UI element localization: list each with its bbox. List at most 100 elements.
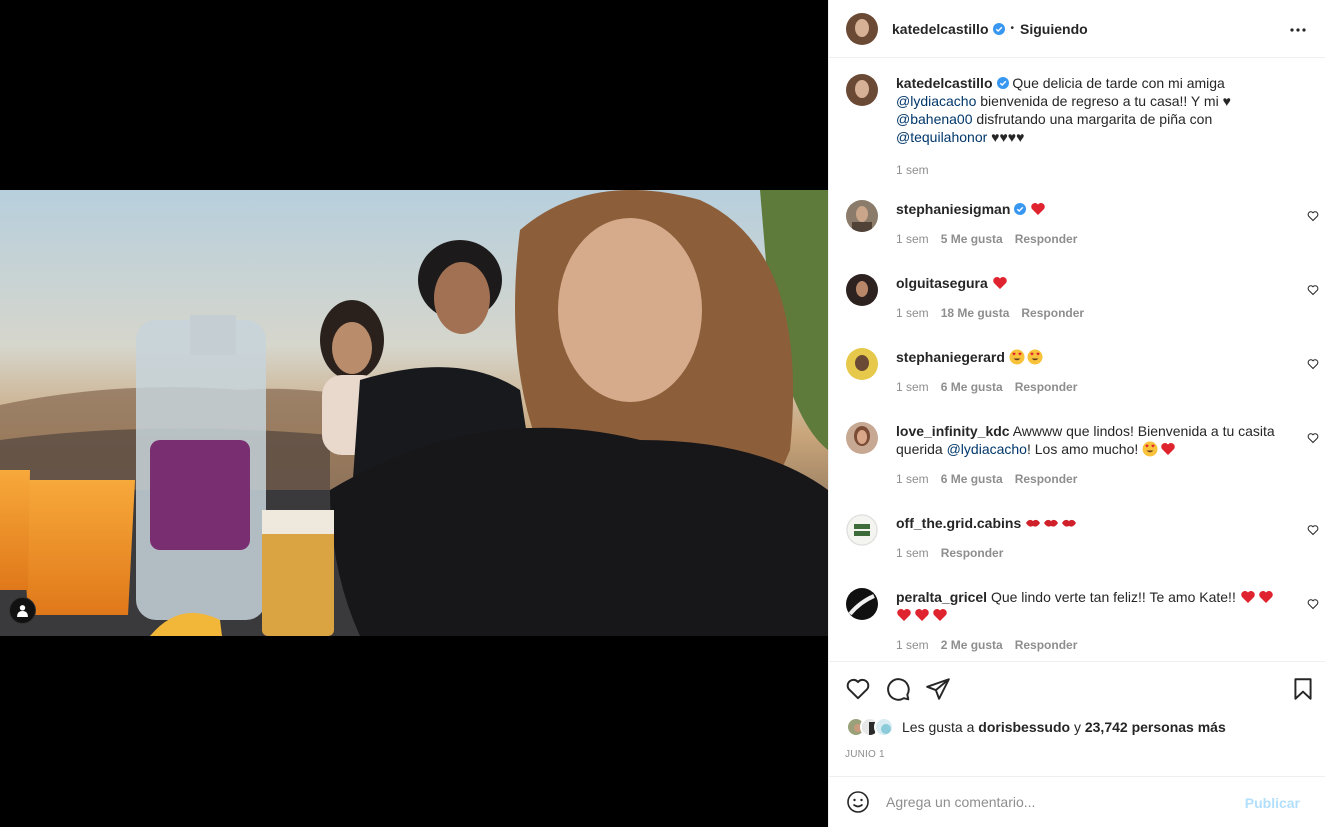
comment-text: Que lindo verte tan feliz!! Te amo Kate!… bbox=[990, 589, 1236, 605]
comment-item: peralta_gricel Que lindo verte tan feliz… bbox=[846, 588, 1319, 653]
comment-likes[interactable]: 5 Me gusta bbox=[941, 232, 1003, 246]
author-avatar[interactable] bbox=[846, 74, 878, 106]
post-photo[interactable] bbox=[0, 190, 828, 636]
heart-eyes-emoji bbox=[1027, 349, 1043, 365]
heart-eyes-emoji bbox=[1009, 349, 1025, 365]
verified-icon bbox=[996, 77, 1009, 89]
comment-likes[interactable]: 6 Me gusta bbox=[941, 472, 1003, 486]
commenter-avatar[interactable] bbox=[846, 588, 878, 620]
reply-button[interactable]: Responder bbox=[1015, 638, 1078, 652]
commenter-avatar[interactable] bbox=[846, 274, 878, 306]
red-heart-emoji bbox=[933, 609, 947, 621]
caption-text: bienvenida de regreso a tu casa!! Y mi ♥ bbox=[980, 93, 1231, 109]
post-header: katedelcastillo • Siguiendo bbox=[829, 0, 1325, 58]
verified-icon bbox=[992, 22, 1005, 35]
reply-button[interactable]: Responder bbox=[1015, 380, 1078, 394]
caption-time[interactable]: 1 sem bbox=[896, 163, 929, 177]
comment-likes[interactable]: 2 Me gusta bbox=[941, 638, 1003, 652]
commenter-avatar[interactable] bbox=[846, 422, 878, 454]
more-icon[interactable] bbox=[1286, 18, 1310, 42]
red-heart-emoji bbox=[897, 609, 911, 621]
heart-icon[interactable] bbox=[1307, 358, 1319, 370]
comment-time[interactable]: 1 sem bbox=[896, 232, 929, 246]
comment-likes[interactable]: 6 Me gusta bbox=[941, 380, 1003, 394]
mention-link[interactable]: @tequilahonor bbox=[896, 129, 987, 145]
comment-input[interactable] bbox=[886, 794, 1246, 810]
comment-text: ! Los amo mucho! bbox=[1026, 441, 1139, 457]
likes-summary: Les gusta a dorisbessudo y 23,742 person… bbox=[846, 717, 1226, 737]
action-bar bbox=[829, 662, 1325, 712]
likes-joiner: y bbox=[1073, 719, 1081, 735]
comment-username[interactable]: olguitasegura bbox=[896, 275, 988, 291]
comments-list[interactable]: katedelcastillo Que delicia de tarde con… bbox=[829, 58, 1325, 662]
comment-item: stephaniesigman 1 sem 5 Me gusta Responder bbox=[846, 200, 1319, 247]
commenter-avatar[interactable] bbox=[846, 200, 878, 232]
mention-link[interactable]: @lydiacacho bbox=[947, 441, 1027, 457]
kiss-mark-emoji bbox=[1026, 519, 1041, 527]
liker-avatars[interactable] bbox=[846, 717, 894, 737]
comment-username[interactable]: stephaniesigman bbox=[896, 201, 1010, 217]
comment-username[interactable]: love_infinity_kdc bbox=[896, 423, 1010, 439]
comment-time[interactable]: 1 sem bbox=[896, 306, 929, 320]
post-media bbox=[0, 0, 828, 827]
comment-likes[interactable]: 18 Me gusta bbox=[941, 306, 1010, 320]
reply-button[interactable]: Responder bbox=[1021, 306, 1084, 320]
follow-status-button[interactable]: Siguiendo bbox=[1020, 21, 1088, 37]
red-heart-emoji bbox=[915, 609, 929, 621]
separator-dot: • bbox=[1010, 23, 1015, 34]
comment-username[interactable]: peralta_gricel bbox=[896, 589, 987, 605]
post-caption: katedelcastillo Que delicia de tarde con… bbox=[846, 74, 1306, 178]
caption-text: disfrutando una margarita de piña con bbox=[976, 111, 1213, 127]
red-heart-emoji bbox=[1240, 591, 1255, 603]
comment-item: off_the.grid.cabins 1 sem Responder bbox=[846, 514, 1319, 561]
commenter-avatar[interactable] bbox=[846, 348, 878, 380]
save-icon[interactable] bbox=[1290, 676, 1316, 702]
comment-item: stephaniegerard 1 sem 6 Me gusta Responder bbox=[846, 348, 1319, 395]
publish-button[interactable]: Publicar bbox=[1245, 795, 1300, 811]
user-tag-icon[interactable] bbox=[9, 597, 36, 624]
reply-button[interactable]: Responder bbox=[1015, 232, 1078, 246]
verified-icon bbox=[1014, 203, 1027, 215]
comment-time[interactable]: 1 sem bbox=[896, 472, 929, 486]
caption-username[interactable]: katedelcastillo bbox=[896, 75, 993, 91]
caption-text: ♥♥♥♥ bbox=[991, 129, 1025, 145]
heart-eyes-emoji bbox=[1142, 441, 1158, 457]
comment-time[interactable]: 1 sem bbox=[896, 638, 929, 652]
post-side-panel: katedelcastillo • Siguiendo katedelcasti… bbox=[828, 0, 1325, 827]
red-heart-emoji bbox=[1258, 591, 1273, 603]
likes-prefix: Les gusta a bbox=[902, 719, 975, 735]
share-icon[interactable] bbox=[925, 676, 951, 702]
heart-icon[interactable] bbox=[1307, 284, 1319, 296]
heart-icon[interactable] bbox=[1307, 524, 1319, 536]
commenter-avatar[interactable] bbox=[846, 514, 878, 546]
comment-username[interactable]: stephaniegerard bbox=[896, 349, 1005, 365]
mention-link[interactable]: @bahena00 bbox=[896, 111, 973, 127]
kiss-mark-emoji bbox=[1062, 519, 1077, 527]
author-username[interactable]: katedelcastillo bbox=[892, 21, 989, 37]
comment-icon[interactable] bbox=[885, 676, 911, 702]
heart-icon[interactable] bbox=[1307, 210, 1319, 222]
photo-illustration bbox=[0, 190, 828, 636]
comment-time[interactable]: 1 sem bbox=[896, 546, 929, 560]
add-comment-bar: Publicar bbox=[829, 776, 1325, 827]
reply-button[interactable]: Responder bbox=[1015, 472, 1078, 486]
red-heart-emoji bbox=[992, 277, 1007, 289]
mention-link[interactable]: @lydiacacho bbox=[896, 93, 976, 109]
comment-item: olguitasegura 1 sem 18 Me gusta Responder bbox=[846, 274, 1319, 321]
author-avatar[interactable] bbox=[846, 12, 878, 45]
liker-avatar[interactable] bbox=[874, 717, 894, 737]
comment-item: love_infinity_kdc Awwww que lindos! Bien… bbox=[846, 422, 1319, 487]
kiss-mark-emoji bbox=[1044, 519, 1059, 527]
red-heart-emoji bbox=[1031, 203, 1046, 215]
comment-time[interactable]: 1 sem bbox=[896, 380, 929, 394]
liker-username[interactable]: dorisbessudo bbox=[978, 719, 1070, 735]
comment-username[interactable]: off_the.grid.cabins bbox=[896, 515, 1021, 531]
heart-icon[interactable] bbox=[1307, 598, 1319, 610]
likes-count[interactable]: 23,742 personas más bbox=[1085, 719, 1226, 735]
emoji-icon[interactable] bbox=[846, 790, 870, 814]
heart-icon[interactable] bbox=[845, 676, 871, 702]
heart-icon[interactable] bbox=[1307, 432, 1319, 444]
caption-text: Que delicia de tarde con mi amiga bbox=[1012, 75, 1225, 91]
reply-button[interactable]: Responder bbox=[941, 546, 1004, 560]
post-date[interactable]: JUNIO 1 bbox=[845, 749, 885, 760]
